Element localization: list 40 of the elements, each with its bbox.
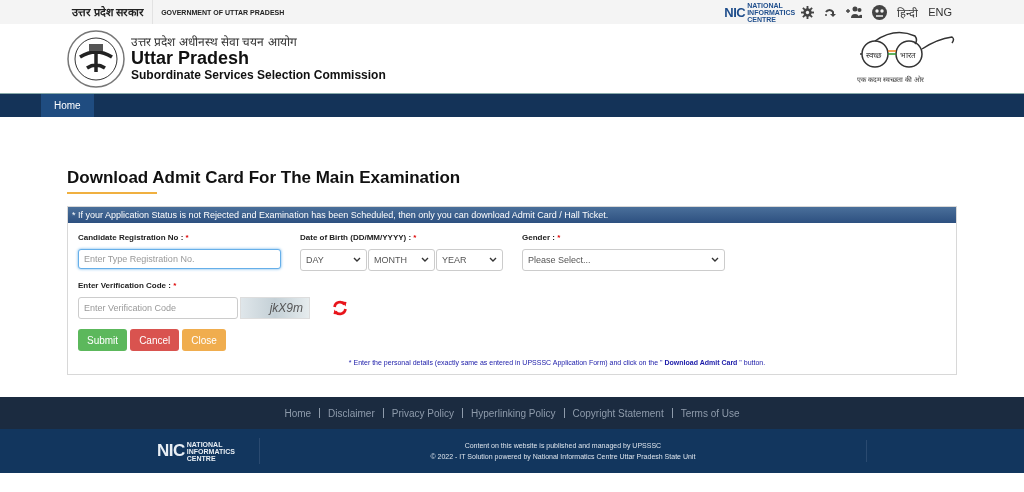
- language-link[interactable]: ENG: [928, 6, 952, 18]
- footer-link[interactable]: Home: [284, 407, 312, 419]
- emblem-icon: [67, 29, 125, 88]
- government-title-hindi: उत्तर प्रदेश सरकार: [72, 0, 154, 24]
- logo-word: स्वच्छ: [866, 49, 882, 60]
- footer-link[interactable]: Privacy Policy: [391, 407, 454, 419]
- field-label: Enter Verification Code : *: [78, 281, 178, 290]
- verification-code-input[interactable]: Enter Verification Code: [78, 297, 238, 319]
- field-label: Date of Birth (DD/MM/YYYY) : *: [300, 233, 418, 242]
- dropdown[interactable]: DAY: [300, 249, 367, 271]
- chevron-down-icon: [353, 257, 361, 263]
- cancel-button[interactable]: Cancel: [130, 329, 180, 351]
- footer-link[interactable]: Copyright Statement: [572, 407, 664, 419]
- language-link[interactable]: हिन्दी: [897, 4, 919, 20]
- add-users-icon[interactable]: [846, 6, 863, 18]
- field-label: Candidate Registration No : *: [78, 233, 190, 242]
- nic-logo-mark: NIC: [157, 441, 185, 461]
- dropdown[interactable]: Please Select...: [522, 249, 725, 271]
- captcha-image: jkX9m: [240, 297, 310, 319]
- nav-tab[interactable]: Home: [41, 94, 94, 117]
- footer-link[interactable]: Terms of Use: [680, 407, 740, 419]
- registration-input[interactable]: Enter Type Registration No.: [78, 249, 281, 269]
- commission-name-hindi: उत्तर प्रदेश अधीनस्थ सेवा चयन आयोग: [131, 35, 298, 49]
- chevron-down-icon: [711, 257, 719, 263]
- page-title: Download Admit Card For The Main Examination: [67, 168, 461, 188]
- commission-subtitle: Subordinate Services Selection Commission: [131, 68, 386, 82]
- redo-arrow-icon[interactable]: [824, 6, 837, 18]
- footer-link[interactable]: Hyperlinking Policy: [471, 407, 556, 419]
- field-label: Gender : *: [522, 233, 562, 242]
- dropdown[interactable]: MONTH: [368, 249, 435, 271]
- footer-link[interactable]: Disclaimer: [328, 407, 375, 419]
- chevron-down-icon: [421, 257, 429, 263]
- dropdown[interactable]: YEAR: [436, 249, 503, 271]
- logo-word: भारत: [900, 49, 916, 60]
- settings-icon[interactable]: [801, 5, 815, 19]
- chevron-down-icon: [489, 257, 497, 263]
- commission-name: Uttar Pradesh: [131, 49, 251, 68]
- refresh-icon[interactable]: [332, 300, 348, 316]
- nic-logo-mark: NIC: [724, 4, 746, 20]
- notice-bar: * If your Application Status is not Rejected and Examination has been Scheduled, then only you can download Admit Card / Hall Ticket.: [68, 207, 956, 223]
